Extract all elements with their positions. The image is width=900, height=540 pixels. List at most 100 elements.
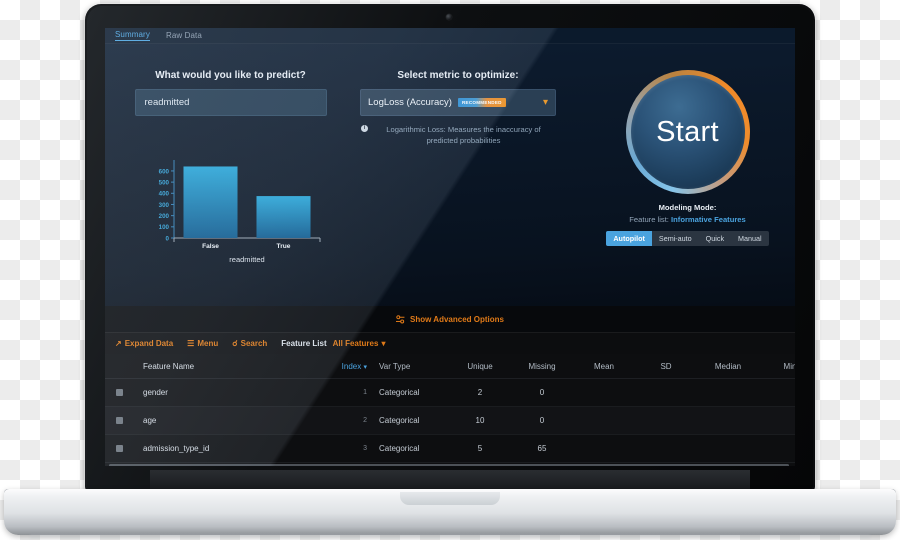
feature-list-label: Feature List (281, 339, 327, 348)
chevron-down-icon: ▾ (363, 363, 367, 371)
tab-summary[interactable]: Summary (115, 30, 150, 41)
search-button[interactable]: ☌ Search (232, 339, 267, 348)
start-column: Start Modeling Mode: Feature list: Infor… (590, 70, 785, 246)
col-index[interactable]: Index ▾ (321, 362, 379, 371)
menu-label: Menu (197, 339, 219, 348)
start-button-label: Start (656, 115, 719, 148)
modeling-mode-buttons: Autopilot Semi-auto Quick Manual (606, 231, 769, 246)
feature-table: Feature Name Index ▾ Var Type Unique Mis… (105, 354, 795, 466)
svg-text:500: 500 (159, 180, 170, 187)
menu-button[interactable]: ☰ Menu (187, 339, 218, 348)
webcam-icon (446, 14, 452, 20)
cell-feature-name: admission_type_id (143, 444, 210, 453)
cell-index: 1 (363, 389, 367, 396)
cell-feature-name: age (143, 416, 157, 425)
row-checkbox[interactable] (105, 417, 133, 424)
cell-missing: 0 (539, 388, 545, 397)
info-icon: i (361, 125, 368, 132)
row-checkbox[interactable] (105, 445, 133, 452)
svg-text:readmitted: readmitted (229, 255, 264, 264)
svg-text:False: False (202, 243, 219, 250)
screen: Summary Raw Data What would you like to … (105, 28, 795, 466)
mode-manual[interactable]: Manual (731, 231, 769, 246)
laptop-notch (400, 492, 500, 505)
cell-unique: 5 (477, 444, 483, 453)
col-mean[interactable]: Mean (573, 362, 635, 371)
tab-raw-data[interactable]: Raw Data (166, 31, 202, 40)
cell-var-type: Categorical (379, 388, 420, 397)
hamburger-menu-icon: ☰ (187, 339, 195, 348)
setup-panel: What would you like to predict? readmitt… (105, 44, 795, 306)
predict-title: What would you like to predict? (155, 70, 306, 81)
col-var-type[interactable]: Var Type (379, 362, 449, 371)
col-unique[interactable]: Unique (449, 362, 511, 371)
show-advanced-options-button[interactable]: Show Advanced Options (105, 306, 795, 332)
modeling-mode-label: Modeling Mode: (658, 203, 717, 212)
tab-bar: Summary Raw Data (105, 28, 795, 44)
svg-text:400: 400 (159, 191, 170, 198)
chevron-down-icon[interactable]: ▾ (543, 97, 548, 108)
target-feature-input[interactable]: readmitted (134, 89, 327, 116)
show-advanced-options-label: Show Advanced Options (410, 314, 504, 324)
expand-arrows-icon: ↗ (115, 339, 122, 348)
datarobot-app: Summary Raw Data What would you like to … (105, 28, 795, 466)
expand-data-button[interactable]: ↗ Expand Data (115, 339, 173, 348)
table-row[interactable]: admission_type_id 3 Categorical 5 65 (105, 435, 795, 463)
cell-var-type: Categorical (379, 416, 420, 425)
cell-unique: 10 (475, 416, 485, 425)
predict-column: What would you like to predict? readmitt… (123, 70, 338, 116)
data-toolbar: ↗ Expand Data ☰ Menu ☌ Search Feature Li… (105, 332, 795, 354)
feature-list-selected: All Features ▾ (333, 339, 386, 348)
svg-text:300: 300 (159, 202, 170, 209)
feature-list-selector[interactable]: Feature List All Features ▾ (281, 339, 385, 348)
start-button[interactable]: Start (625, 70, 750, 194)
feature-list-selected-text: All Features (332, 339, 379, 348)
expand-data-label: Expand Data (124, 339, 174, 348)
cell-var-type: Categorical (379, 444, 420, 453)
cell-missing: 65 (537, 444, 547, 453)
svg-text:0: 0 (166, 235, 170, 242)
search-icon: ☌ (232, 339, 238, 348)
cell-missing: 0 (539, 416, 545, 425)
svg-text:200: 200 (159, 213, 170, 220)
table-row[interactable]: gender 1 Categorical 2 0 (105, 379, 795, 407)
mode-autopilot[interactable]: Autopilot (606, 231, 652, 246)
col-median[interactable]: Median (697, 362, 759, 371)
svg-text:600: 600 (159, 168, 170, 175)
feature-list-line: Feature list: Informative Features (590, 215, 785, 224)
start-face: Start (630, 75, 745, 189)
metric-title: Select metric to optimize: (397, 70, 519, 81)
metric-selected-value: LogLoss (Accuracy) (368, 97, 452, 108)
feature-list-prefix: Feature list: (629, 215, 669, 224)
histogram-svg: 0100200300400500600 FalseTrue Number of … (159, 160, 321, 264)
cell-unique: 2 (477, 388, 483, 397)
col-feature-name[interactable]: Feature Name (133, 362, 321, 371)
table-row[interactable]: age 2 Categorical 10 0 (105, 407, 795, 435)
cell-feature-name: gender (143, 388, 168, 397)
metric-hint-text: Logarithmic Loss: Measures the inaccurac… (386, 125, 541, 145)
table-body: gender 1 Categorical 2 0 age 2 Categorical 10 0 ad… (105, 379, 795, 463)
horizontal-scrollbar[interactable] (105, 463, 795, 466)
col-min[interactable]: Min (759, 362, 795, 371)
laptop-mockup: Summary Raw Data What would you like to … (0, 0, 900, 540)
table-header-row: Feature Name Index ▾ Var Type Unique Mis… (105, 354, 795, 379)
target-histogram: 0100200300400500600 FalseTrue Number of … (130, 156, 330, 276)
row-checkbox[interactable] (105, 389, 133, 396)
col-sd[interactable]: SD (635, 362, 697, 371)
mode-semi-auto[interactable]: Semi-auto (652, 231, 699, 246)
recommended-badge: RECOMMENDED (457, 98, 506, 107)
sliders-icon (396, 314, 405, 323)
svg-text:100: 100 (159, 224, 170, 231)
target-feature-value: readmitted (144, 97, 190, 108)
laptop-reflection (30, 535, 870, 540)
feature-list-value[interactable]: Informative Features (671, 215, 746, 224)
cell-index: 2 (363, 417, 367, 424)
search-label: Search (240, 339, 268, 348)
mode-quick[interactable]: Quick (699, 231, 731, 246)
col-index-label: Index (341, 361, 362, 371)
col-missing[interactable]: Missing (511, 362, 573, 371)
metric-hint: i Logarithmic Loss: Measures the inaccur… (353, 124, 563, 146)
metric-select[interactable]: LogLoss (Accuracy) RECOMMENDED ▾ (360, 89, 556, 116)
chevron-down-icon: ▾ (381, 339, 386, 348)
svg-text:True: True (277, 243, 291, 250)
